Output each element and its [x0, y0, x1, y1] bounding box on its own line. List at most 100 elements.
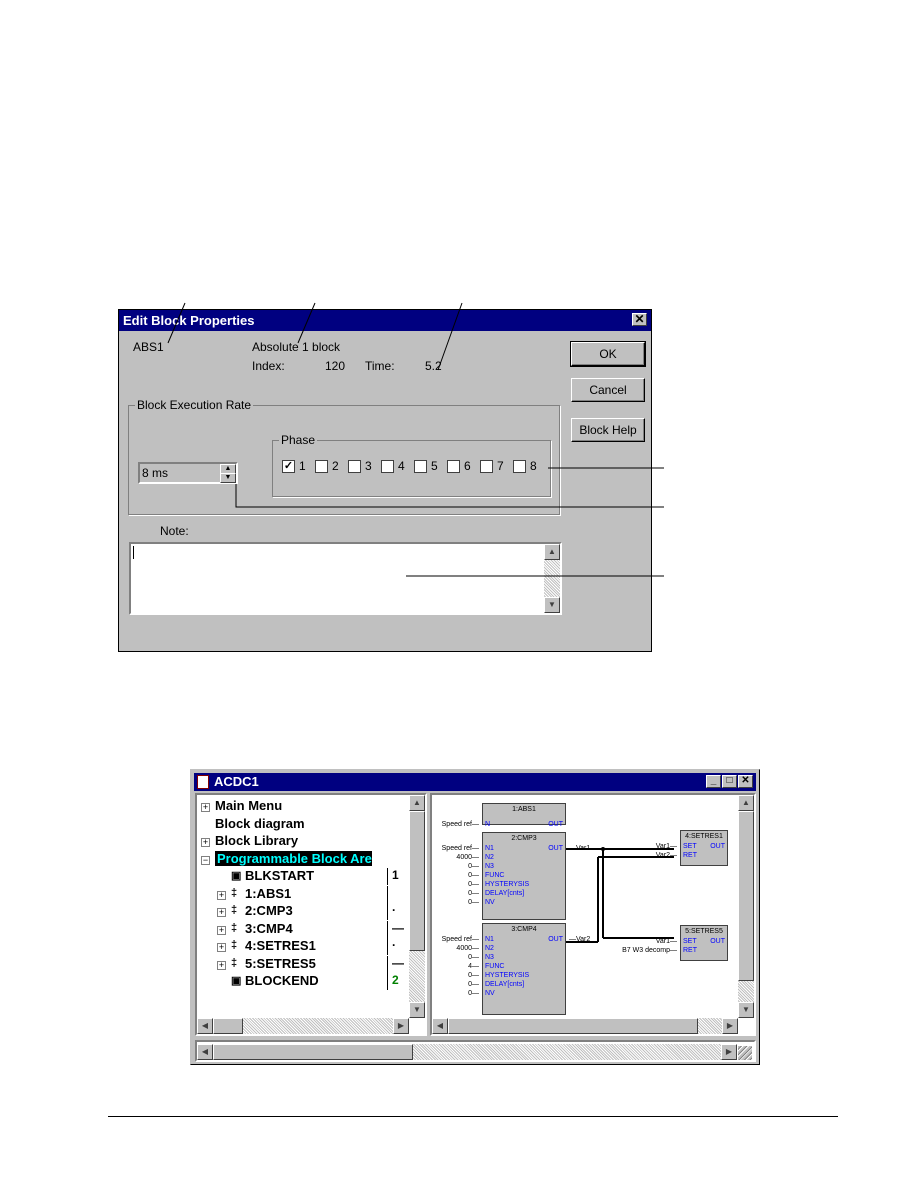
block-icon: ▣ — [231, 870, 242, 882]
tree-value-cell: — — [387, 920, 409, 938]
expand-icon[interactable]: + — [201, 838, 210, 847]
scroll-left-icon[interactable]: ◀ — [197, 1018, 213, 1034]
tree-value-cell: — — [387, 955, 409, 973]
input-connection: 4000— — [456, 854, 479, 861]
acdc-window: ACDC1 _ □ ✕ + Main Menu Block diagram + Bloc… — [190, 769, 760, 1065]
input-connection: 4— — [468, 963, 479, 970]
output-pin: OUT — [710, 938, 725, 945]
input-connection: 0— — [468, 899, 479, 906]
input-connection: 0— — [468, 863, 479, 870]
diagram-vscroll[interactable]: ▲ ▼ — [738, 795, 754, 1018]
tree-value-cell: · — [387, 938, 409, 955]
expand-icon[interactable]: + — [217, 890, 226, 900]
scroll-right-icon[interactable]: ▶ — [721, 1044, 737, 1060]
diagram-pane: 1:ABS1 N Speed ref— OUT 2:CMP3 N1 Speed ref— N2… — [430, 793, 756, 1036]
diagram-hscroll[interactable]: ◀ ▶ — [432, 1018, 738, 1034]
scroll-left-icon[interactable]: ◀ — [197, 1044, 213, 1060]
tree-item[interactable]: 4:SETRES1 — [245, 938, 316, 953]
block-title: 5:SETRES5 — [685, 928, 723, 935]
block-icon: ‡ — [231, 956, 238, 969]
input-connection: 0— — [468, 981, 479, 988]
collapse-icon[interactable]: − — [201, 855, 210, 865]
scroll-up-icon[interactable]: ▲ — [738, 795, 754, 811]
tree-item[interactable]: Block diagram — [215, 816, 305, 831]
diagram-block[interactable]: 3:CMP4 N1 Speed ref— N2 4000— N3 0— FUNC 4— HYSTE… — [442, 923, 590, 1015]
expand-icon[interactable]: + — [217, 943, 226, 952]
input-pin: HYSTERYSIS — [485, 972, 530, 979]
scroll-left-icon[interactable]: ◀ — [432, 1018, 448, 1034]
scroll-thumb[interactable] — [213, 1044, 413, 1060]
tree-item[interactable]: BLKSTART — [245, 868, 314, 883]
input-pin: DELAY[cnts] — [485, 981, 525, 988]
resize-grip-icon[interactable] — [738, 1046, 752, 1060]
tree-vscroll[interactable]: ▲ ▼ — [409, 795, 425, 1018]
input-pin: N2 — [485, 945, 494, 952]
tree-item[interactable]: Main Menu — [215, 798, 282, 813]
input-pin: NV — [485, 990, 495, 997]
tree-item[interactable]: 3:CMP4 — [245, 921, 293, 936]
input-connection: 0— — [468, 890, 479, 897]
tree-item[interactable]: BLOCKEND — [245, 973, 319, 988]
input-connection: 4000— — [456, 945, 479, 952]
scroll-thumb[interactable] — [738, 811, 754, 981]
diagram-block[interactable]: 5:SETRES5 SET Var1— RET B7 W3 decomp— OUT — [622, 925, 728, 961]
block-icon: ‡ — [231, 886, 238, 899]
scroll-thumb[interactable] — [213, 1018, 243, 1034]
minimize-icon[interactable]: _ — [706, 775, 721, 788]
input-pin: N — [485, 821, 491, 828]
expand-icon[interactable]: + — [217, 960, 226, 970]
input-pin: N1 — [485, 936, 494, 943]
input-pin: DELAY[cnts] — [485, 890, 525, 897]
output-pin: OUT — [548, 936, 563, 943]
scroll-thumb[interactable] — [448, 1018, 698, 1034]
callout-line-description — [297, 302, 316, 344]
block-icon: ▣ — [231, 975, 242, 987]
expand-icon[interactable]: + — [217, 925, 226, 935]
close-icon[interactable]: ✕ — [738, 775, 753, 788]
tree-hscroll[interactable]: ◀ ▶ — [197, 1018, 409, 1034]
diagram-block[interactable]: 2:CMP3 N1 Speed ref— N2 4000— N3 0— FUNC 0— HYSTE… — [442, 832, 590, 920]
tree-item[interactable]: Block Library — [215, 833, 298, 848]
input-pin: NV — [485, 899, 495, 906]
scroll-up-icon[interactable]: ▲ — [409, 795, 425, 811]
diagram-block[interactable]: 4:SETRES1 SET Var1— RET Var2— OUT — [656, 830, 728, 866]
tree-item[interactable]: 5:SETRES5 — [245, 956, 316, 971]
output-pin: OUT — [548, 845, 563, 852]
document-icon — [197, 775, 209, 789]
output-connection: —Var1 — [569, 845, 591, 852]
diagram-block[interactable]: 1:ABS1 N Speed ref— OUT — [442, 803, 566, 828]
input-connection: Speed ref— — [441, 821, 479, 828]
scroll-down-icon[interactable]: ▼ — [409, 1002, 425, 1018]
expand-icon[interactable]: + — [217, 908, 226, 917]
block-icon: ‡ — [231, 921, 238, 934]
expand-icon[interactable]: + — [201, 803, 210, 812]
input-connection: 0— — [468, 872, 479, 879]
callout-line-time — [437, 302, 463, 371]
input-pin: HYSTERYSIS — [485, 881, 530, 888]
scroll-right-icon[interactable]: ▶ — [393, 1018, 409, 1034]
input-connection: Var1— — [655, 938, 677, 945]
block-title: 1:ABS1 — [512, 806, 536, 813]
input-connection: Var2— — [655, 852, 677, 859]
status-hscroll[interactable]: ◀ ▶ — [197, 1044, 737, 1060]
callout-line-rate — [235, 484, 664, 508]
block-title: 4:SETRES1 — [685, 833, 723, 840]
status-pane: ◀ ▶ — [195, 1040, 756, 1062]
input-pin: N3 — [485, 863, 494, 870]
maximize-icon[interactable]: □ — [722, 775, 737, 788]
tree-value-cell: 1 — [387, 868, 409, 885]
scroll-down-icon[interactable]: ▼ — [738, 1002, 754, 1018]
input-pin: N3 — [485, 954, 494, 961]
input-connection: Var1— — [655, 843, 677, 850]
input-connection: 0— — [468, 990, 479, 997]
block-title: 3:CMP4 — [511, 926, 537, 933]
input-pin: SET — [683, 938, 697, 945]
tree-item[interactable]: Programmable Block Area — [215, 850, 372, 866]
input-connection: 0— — [468, 972, 479, 979]
tree-item[interactable]: 1:ABS1 — [245, 886, 291, 901]
scroll-right-icon[interactable]: ▶ — [722, 1018, 738, 1034]
tree-item[interactable]: 2:CMP3 — [245, 903, 293, 918]
scroll-thumb[interactable] — [409, 811, 425, 951]
block-icon: ‡ — [231, 939, 238, 951]
output-pin: OUT — [710, 843, 725, 850]
